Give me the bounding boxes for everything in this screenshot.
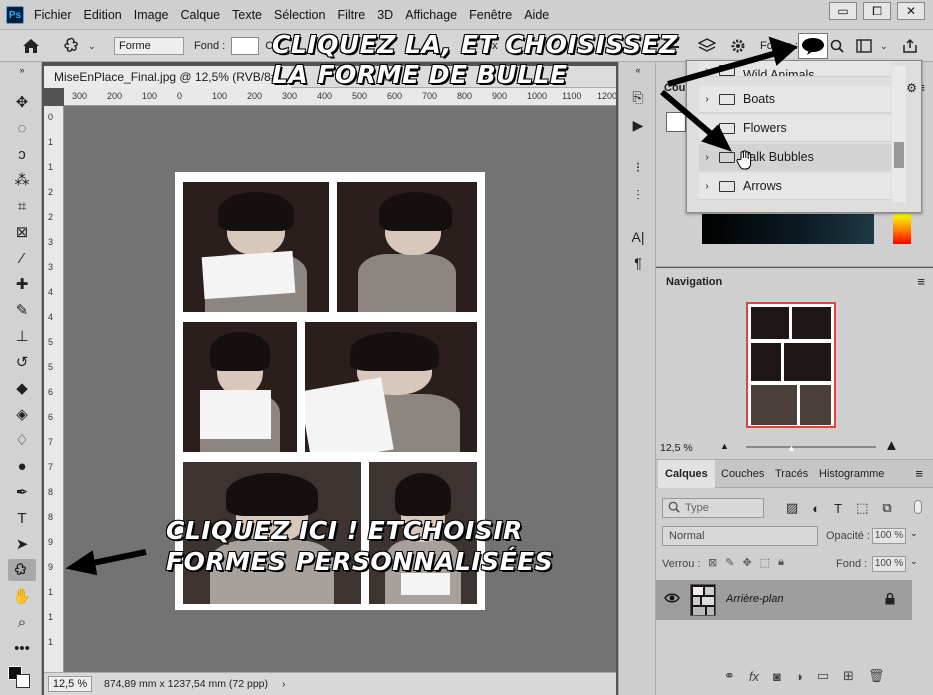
caption-bottom-line1: CLIQUEZ ICI ! ETCHOISIR [165, 515, 523, 546]
arrow-to-custom-shape-tool [87, 549, 147, 567]
arrow-head [768, 36, 798, 66]
annotation-arrows [65, 36, 798, 576]
caption-top-line2: LA FORME DE BULLE [271, 59, 568, 90]
arrow-head [65, 550, 98, 576]
arrow-to-shape-picker [667, 49, 781, 87]
caption-bottom-line2: FORMES PERSONNALISÉES [165, 546, 554, 577]
arrow-to-talk-bubbles [660, 89, 718, 141]
caption-top-line1: CLIQUEZ LA, ET CHOISISSEZ [271, 29, 678, 60]
